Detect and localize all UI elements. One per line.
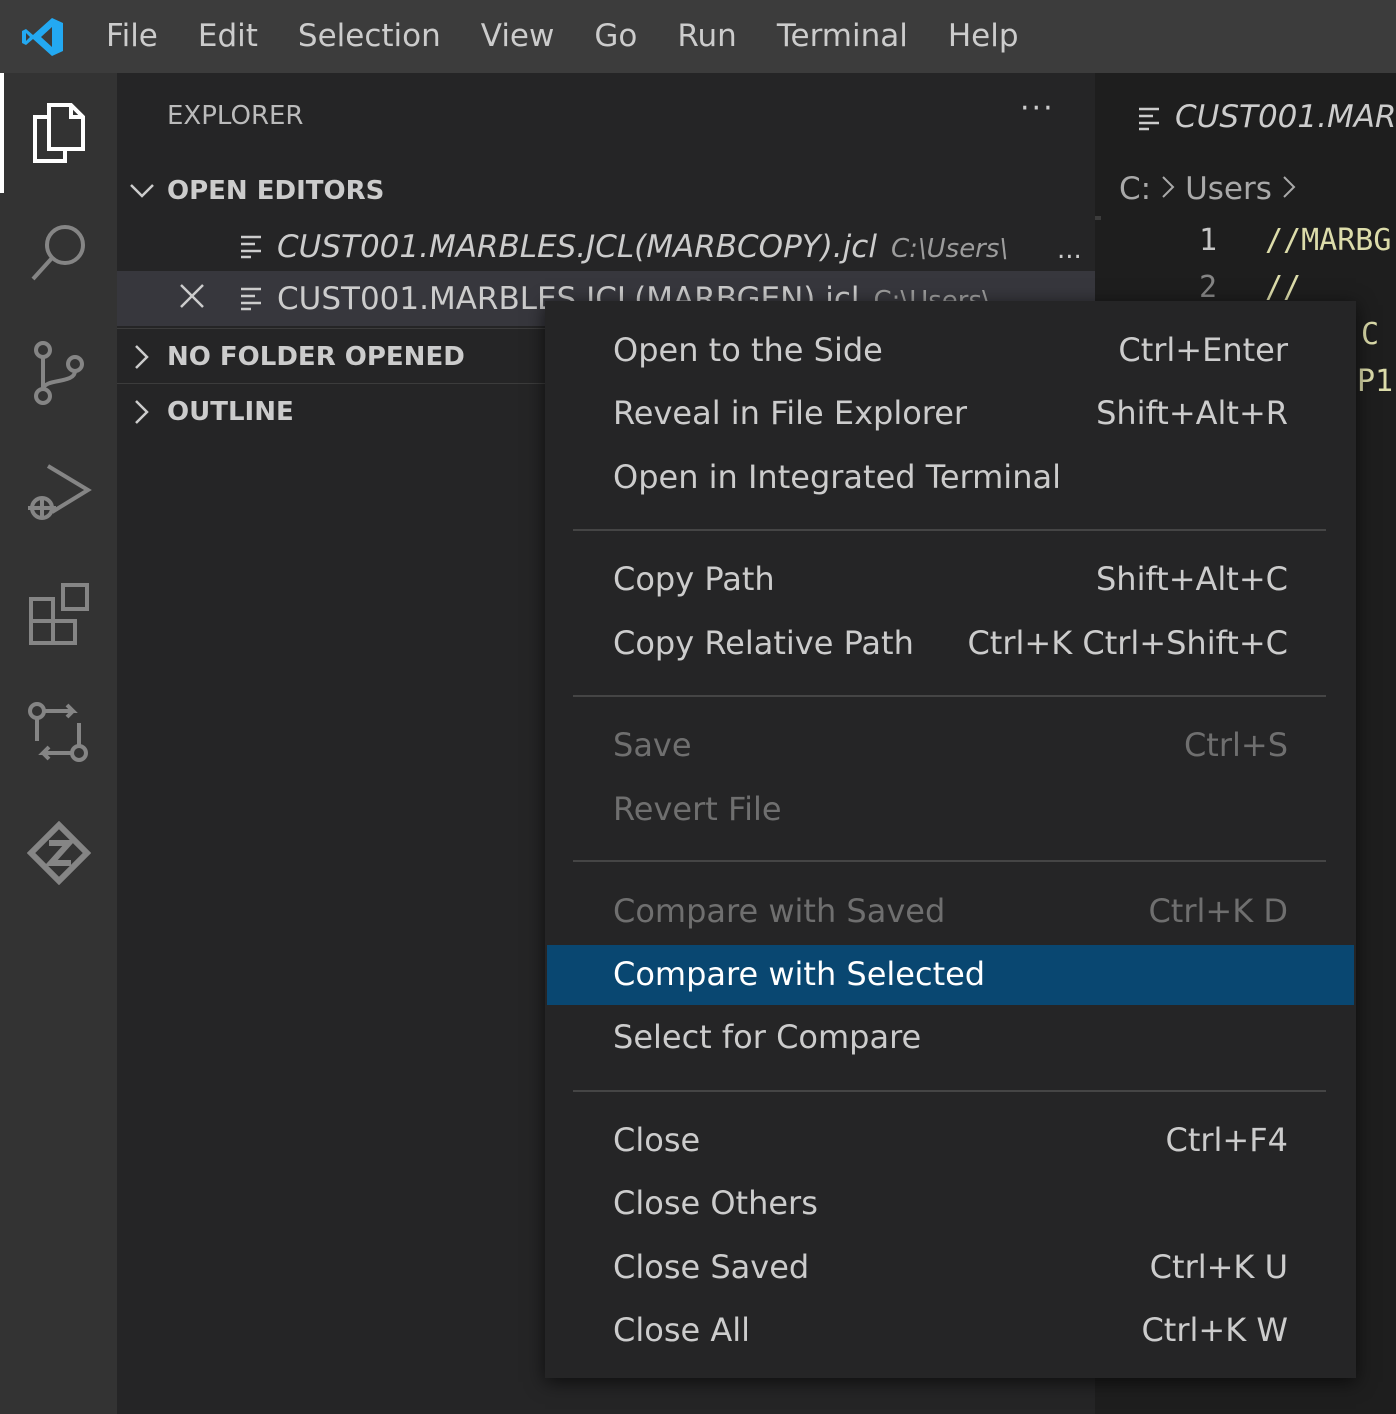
run-debug-icon[interactable] [0, 433, 117, 553]
chevron-down-icon [117, 183, 167, 199]
no-folder-label: NO FOLDER OPENED [167, 341, 465, 372]
menu-revert-file[interactable]: Revert File [547, 780, 1354, 840]
scroll-shadow [1095, 216, 1101, 220]
context-menu: Open to the Side Ctrl+Enter Reveal in Fi… [545, 301, 1356, 1378]
menu-run[interactable]: Run [657, 0, 756, 73]
outline-label: OUTLINE [167, 396, 294, 427]
menu-separator [573, 1090, 1326, 1092]
source-control-icon[interactable] [0, 313, 117, 433]
menu-open-in-terminal[interactable]: Open in Integrated Terminal [547, 448, 1354, 508]
menu-close-others[interactable]: Close Others [547, 1174, 1354, 1234]
open-editors-header[interactable]: OPEN EDITORS [117, 163, 1095, 219]
breadcrumb-item[interactable]: C: [1119, 171, 1151, 207]
menu-selection[interactable]: Selection [278, 0, 461, 73]
file-lines-icon [1137, 105, 1161, 135]
code-line[interactable]: //MARBG [1265, 223, 1391, 258]
vscode-logo-icon [0, 0, 86, 73]
open-editor-more-icon[interactable]: ... [1057, 235, 1082, 265]
menu-file[interactable]: File [86, 0, 178, 73]
remote-icon[interactable] [0, 673, 117, 793]
open-editor-item[interactable]: CUST001.MARBLES.JCL(MARBCOPY).jcl C:\User… [117, 219, 1095, 274]
code-line[interactable]: P1 [1357, 364, 1393, 399]
explorer-icon[interactable] [0, 73, 117, 193]
extensions-icon[interactable] [0, 553, 117, 673]
menu-reveal-in-file-explorer[interactable]: Reveal in File Explorer Shift+Alt+R [547, 384, 1354, 444]
breadcrumb: C: Users [1119, 171, 1296, 207]
menu-open-to-side[interactable]: Open to the Side Ctrl+Enter [547, 321, 1354, 381]
menu-terminal[interactable]: Terminal [757, 0, 928, 73]
menu-compare-with-selected[interactable]: Compare with Selected [547, 945, 1354, 1005]
menu-select-for-compare[interactable]: Select for Compare [547, 1008, 1354, 1068]
menu-close-all[interactable]: Close All Ctrl+K W [547, 1301, 1354, 1361]
menu-copy-path[interactable]: Copy Path Shift+Alt+C [547, 550, 1354, 610]
code-line[interactable]: C [1361, 317, 1379, 352]
activity-bar [0, 73, 117, 1414]
chevron-right-icon [117, 399, 167, 425]
menu-separator [573, 695, 1326, 697]
chevron-right-icon [117, 344, 167, 370]
line-number: 2 [1198, 270, 1217, 305]
tab-bar: CUST001.MARBCOPY.jcl [1095, 73, 1396, 161]
explorer-title: EXPLORER [167, 101, 304, 131]
search-icon[interactable] [0, 193, 117, 313]
menu-save[interactable]: Save Ctrl+S [547, 716, 1354, 776]
menu-copy-relative-path[interactable]: Copy Relative Path Ctrl+K Ctrl+Shift+C [547, 614, 1354, 674]
more-actions-icon[interactable]: ··· [1020, 91, 1055, 126]
line-number: 1 [1198, 223, 1217, 258]
menu-compare-with-saved[interactable]: Compare with Saved Ctrl+K D [547, 882, 1354, 942]
zowe-icon[interactable] [0, 793, 117, 913]
chevron-right-icon [1161, 171, 1175, 207]
editor-tab[interactable]: CUST001.MARBCOPY.jcl [1095, 73, 1396, 161]
file-lines-icon [239, 285, 263, 315]
menu-help[interactable]: Help [928, 0, 1039, 73]
open-editor-path: C:\Users\ [890, 234, 1009, 264]
menu-go[interactable]: Go [574, 0, 657, 73]
chevron-right-icon [1282, 171, 1296, 207]
tab-label: CUST001.MARBCOPY.jcl [1175, 99, 1396, 135]
menu-separator [573, 860, 1326, 862]
code-line[interactable]: // [1265, 270, 1301, 305]
breadcrumb-item[interactable]: Users [1185, 171, 1272, 207]
close-icon[interactable] [179, 283, 209, 313]
menu-close[interactable]: Close Ctrl+F4 [547, 1111, 1354, 1171]
open-editor-filename: CUST001.MARBLES.JCL(MARBCOPY).jcl [277, 229, 877, 265]
menu-close-saved[interactable]: Close Saved Ctrl+K U [547, 1238, 1354, 1298]
file-lines-icon [239, 233, 263, 263]
menu-bar: File Edit Selection View Go Run Terminal… [0, 0, 1396, 73]
menu-edit[interactable]: Edit [178, 0, 278, 73]
menu-view[interactable]: View [461, 0, 575, 73]
menu-separator [573, 529, 1326, 531]
open-editors-label: OPEN EDITORS [167, 176, 385, 206]
